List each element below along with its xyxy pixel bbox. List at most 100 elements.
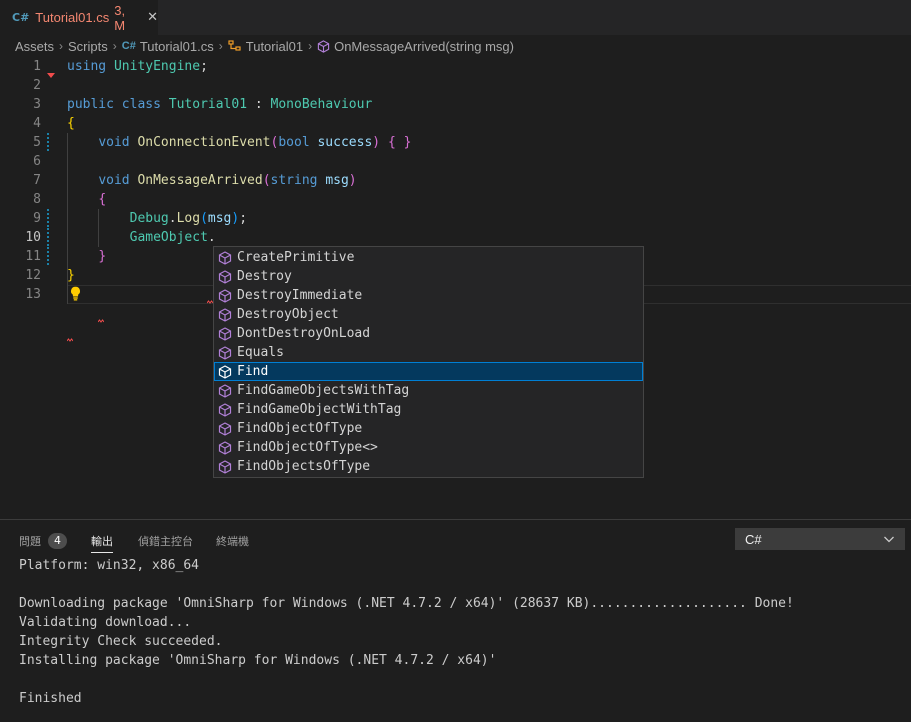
suggestion-label: FindObjectOfType<> — [237, 440, 378, 455]
tab-debug-console[interactable]: 偵錯主控台 — [138, 530, 193, 552]
method-icon — [218, 269, 232, 284]
suggestion-item[interactable]: FindGameObjectWithTag — [214, 400, 643, 419]
code-text: void OnMessageArrived(string msg) — [67, 171, 357, 190]
tab-label: 輸出 — [91, 535, 113, 548]
line-number: 8 — [33, 192, 41, 207]
code-text: using UnityEngine; — [67, 57, 208, 76]
bottom-panel: 問題 4 輸出 偵錯主控台 終端機 C# Platform: win32, x8… — [0, 519, 911, 722]
suggestion-item[interactable]: Destroy — [214, 267, 643, 286]
code-line[interactable]: 4{ — [0, 114, 911, 133]
suggestion-item[interactable]: Equals — [214, 343, 643, 362]
method-icon — [218, 307, 232, 322]
suggestion-label: FindGameObjectWithTag — [237, 402, 402, 417]
tab-output[interactable]: 輸出 — [91, 530, 113, 553]
breadcrumb-separator: › — [112, 39, 117, 53]
suggestion-item[interactable]: FindGameObjectsWithTag — [214, 381, 643, 400]
code-text: GameObject. — [67, 228, 216, 247]
suggestion-label: CreatePrimitive — [237, 250, 355, 265]
code-token: OnMessageArrived — [137, 173, 263, 188]
suggestion-label: Equals — [237, 345, 284, 360]
suggestion-item[interactable]: DontDestroyOnLoad — [214, 324, 643, 343]
csharp-file-icon: C# — [12, 11, 30, 24]
line-number: 3 — [33, 97, 41, 112]
code-token: ; — [239, 211, 248, 226]
breadcrumb-separator: › — [308, 39, 313, 53]
code-token: void — [98, 135, 138, 150]
editor-tab-tutorial01[interactable]: C# Tutorial01.cs 3, M ✕ — [0, 0, 158, 35]
suggestion-label: FindObjectOfType — [237, 421, 363, 436]
code-token: ; — [200, 59, 208, 74]
output-channel-select[interactable]: C# — [735, 528, 905, 550]
tab-problems[interactable]: 問題 4 — [19, 530, 67, 552]
code-line[interactable]: 3 public class Tutorial01 : MonoBehaviour — [0, 95, 911, 114]
output-line: Platform: win32, x86_64 — [19, 558, 200, 573]
code-token: msg — [207, 211, 232, 226]
tab-label: 偵錯主控台 — [138, 535, 193, 548]
code-token: Log — [176, 211, 201, 226]
code-line[interactable]: 1 using UnityEngine; — [0, 57, 911, 76]
code-token: msg — [325, 173, 349, 188]
chevron-down-icon — [884, 536, 894, 543]
method-icon — [317, 39, 330, 53]
tab-problem-badge: 3, M — [114, 2, 126, 33]
line-number: 4 — [33, 116, 41, 131]
suggestion-widget: CreatePrimitive Destroy DestroyImmediate… — [213, 246, 644, 478]
output-line: Downloading package 'OmniSharp for Windo… — [19, 596, 794, 611]
suggestion-item[interactable]: FindObjectOfType — [214, 419, 643, 438]
close-icon[interactable]: ✕ — [147, 10, 158, 25]
line-number: 6 — [33, 154, 41, 169]
code-token: . — [207, 230, 216, 245]
code-line[interactable]: 10 GameObject. — [0, 228, 911, 247]
breadcrumb-item-assets[interactable]: Assets — [15, 39, 54, 54]
code-line[interactable]: 6 — [0, 152, 911, 171]
code-token: { — [98, 192, 107, 207]
breadcrumb-item-method[interactable]: OnMessageArrived(string msg) — [334, 39, 514, 54]
code-token: { — [67, 116, 75, 131]
line-number: 10 — [25, 230, 41, 245]
output-line: Installing package 'OmniSharp for Window… — [19, 653, 497, 668]
suggestion-label: DestroyImmediate — [237, 288, 363, 303]
line-number: 11 — [25, 249, 41, 264]
code-token: public — [67, 97, 122, 112]
suggestion-item[interactable]: Find — [214, 362, 643, 381]
method-icon — [218, 421, 232, 436]
method-icon — [218, 402, 232, 417]
suggestion-item[interactable]: FindObjectsOfType — [214, 457, 643, 476]
code-token: Debug — [129, 211, 169, 226]
code-line[interactable]: 7 void OnMessageArrived(string msg) — [0, 171, 911, 190]
breadcrumb-item-file[interactable]: Tutorial01.cs — [140, 39, 214, 54]
suggestion-label: Destroy — [237, 269, 292, 284]
code-token: MonoBehaviour — [270, 97, 373, 112]
code-token: success — [317, 135, 373, 150]
suggestion-item[interactable]: DestroyImmediate — [214, 286, 643, 305]
code-line[interactable]: 2 — [0, 76, 911, 95]
line-number: 13 — [25, 287, 41, 302]
code-line[interactable]: 8 { — [0, 190, 911, 209]
suggestion-label: Find — [237, 364, 269, 379]
tab-terminal[interactable]: 終端機 — [216, 530, 249, 552]
breadcrumb-item-class[interactable]: Tutorial01 — [246, 39, 303, 54]
code-token: using — [67, 59, 114, 74]
code-token: ) — [348, 173, 357, 188]
code-token: bool — [278, 135, 318, 150]
suggestion-item[interactable]: DestroyObject — [214, 305, 643, 324]
breadcrumb-item-scripts[interactable]: Scripts — [68, 39, 108, 54]
tab-label: 問題 — [19, 535, 41, 548]
code-text: { — [67, 114, 75, 133]
code-line[interactable]: 9 Debug.Log(msg); — [0, 209, 911, 228]
suggestion-item[interactable]: FindObjectOfType<> — [214, 438, 643, 457]
csharp-file-icon: C# — [121, 40, 136, 52]
code-token: } — [67, 268, 75, 283]
code-token: UnityEngine — [113, 59, 201, 74]
line-number: 7 — [33, 173, 41, 188]
code-text: } — [67, 247, 106, 266]
code-token: void — [98, 173, 138, 188]
output-line: Integrity Check succeeded. — [19, 634, 223, 649]
code-line[interactable]: 5 void OnConnectionEvent(bool success) {… — [0, 133, 911, 152]
line-number: 1 — [33, 59, 41, 74]
tab-bar: C# Tutorial01.cs 3, M ✕ — [0, 0, 911, 35]
suggestion-item[interactable]: CreatePrimitive — [214, 248, 643, 267]
